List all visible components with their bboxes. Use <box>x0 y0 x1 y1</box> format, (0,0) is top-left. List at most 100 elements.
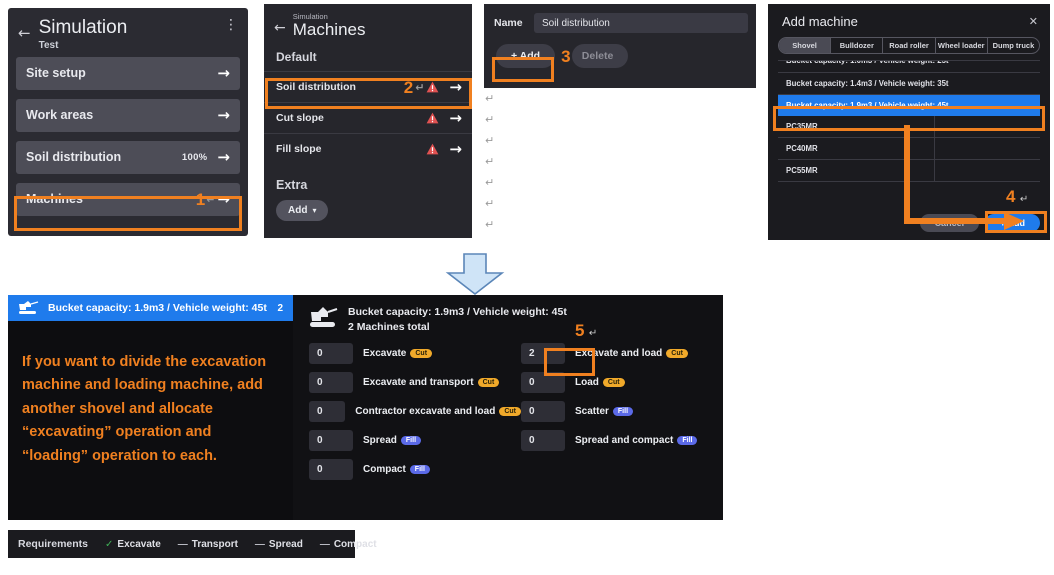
return-mark: ↵ <box>485 92 495 105</box>
operation-row: 0 Spread Fill 0 Spread and compact Fill <box>303 429 723 451</box>
requirement-label: Spread <box>268 538 303 550</box>
chevron-right-icon: → <box>217 189 230 208</box>
operation-spread[interactable]: 0 Spread Fill <box>309 429 521 451</box>
dialog-add-button[interactable]: + Add <box>985 214 1040 232</box>
machine-list-item[interactable]: PC40MR <box>778 138 1040 160</box>
sim-row-machines[interactable]: Machines 1 ↵ → <box>16 182 240 216</box>
machines-panel: ← Simulation Machines Default Soil distr… <box>264 4 472 238</box>
sim-row-percent: 100% <box>181 151 208 163</box>
sim-row-work-areas[interactable]: Work areas → <box>16 98 240 132</box>
sim-row-soil-distribution[interactable]: Soil distribution 100% → <box>16 140 240 174</box>
machine-list-item[interactable]: Bucket capacity: 1.4m3 / Vehicle weight:… <box>778 73 1040 95</box>
operation-value-input[interactable]: 0 <box>309 458 353 480</box>
callout-5: 5 <box>575 321 585 340</box>
operation-load[interactable]: 0 Load Cut <box>521 371 733 393</box>
machine-list-item[interactable]: PC55MR <box>778 160 1040 182</box>
dialog-footer: Cancel + Add <box>919 214 1040 232</box>
operation-label-text: Excavate and load <box>575 347 663 359</box>
chevron-right-icon: → <box>217 63 230 82</box>
operation-scatter[interactable]: 0 Scatter Fill <box>521 400 733 422</box>
machines-row-soil-distribution[interactable]: Soil distribution 2 ↵ → <box>264 71 472 102</box>
machine-list-item-label: PC35MR <box>778 116 935 137</box>
selected-machine-row[interactable]: Bucket capacity: 1.9m3 / Vehicle weight:… <box>8 295 293 321</box>
operation-compact[interactable]: 0 Compact Fill <box>309 458 521 480</box>
tab-shovel[interactable]: Shovel <box>779 38 832 53</box>
operation-excavate-and-transport[interactable]: 0 Excavate and transport Cut <box>309 371 521 393</box>
excavator-icon <box>310 307 338 327</box>
back-arrow-icon[interactable]: ← <box>18 24 31 42</box>
machine-list-item[interactable]: Bucket capacity: 1.0m3 / Vehicle weight:… <box>778 61 1040 73</box>
fill-badge: Fill <box>612 406 634 416</box>
cut-badge: Cut <box>477 377 500 387</box>
operation-value-input[interactable]: 0 <box>521 400 565 422</box>
operation-label: Spread and compact Fill <box>575 434 698 446</box>
warning-icon <box>426 81 439 93</box>
machine-list-column: Bucket capacity: 1.9m3 / Vehicle weight:… <box>8 295 293 520</box>
operation-value-input[interactable]: 0 <box>309 429 353 451</box>
requirement-excavate: ✓ Excavate <box>105 539 161 550</box>
close-icon[interactable]: ✕ <box>1029 15 1038 28</box>
requirement-transport: — Transport <box>178 539 238 550</box>
operation-row: 0 Contractor excavate and load Cut 0 Scat… <box>303 400 723 422</box>
operation-label-text: Excavate <box>363 347 407 359</box>
operation-label: Scatter Fill <box>575 405 634 417</box>
tab-bulldozer[interactable]: Bulldozer <box>831 38 884 53</box>
cancel-button[interactable]: Cancel <box>919 214 980 232</box>
check-icon: ✓ <box>105 538 114 550</box>
chevron-right-icon: → <box>217 105 230 124</box>
machine-list-item-label: Bucket capacity: 1.9m3 / Vehicle weight:… <box>786 101 949 110</box>
name-label: Name <box>494 17 523 29</box>
operation-value-input[interactable]: 0 <box>309 342 353 364</box>
operation-excavate[interactable]: 0 Excavate Cut <box>309 342 521 364</box>
name-panel: Name Soil distribution + Add 3 ↵ Delete … <box>484 4 756 231</box>
operation-label-text: Excavate and transport <box>363 376 474 388</box>
kebab-menu-icon[interactable]: ⋮ <box>224 18 238 32</box>
add-extra-button[interactable]: Add ▾ <box>276 200 329 222</box>
return-mark: ↵ <box>1019 194 1029 205</box>
operation-contractor-excavate-and-load[interactable]: 0 Contractor excavate and load Cut <box>309 400 521 422</box>
chevron-right-icon: → <box>449 77 462 96</box>
back-arrow-icon[interactable]: ← <box>274 20 286 36</box>
section-default-label: Default <box>276 50 317 65</box>
operation-value-input[interactable]: 0 <box>309 371 353 393</box>
name-input[interactable]: Soil distribution <box>534 13 748 33</box>
operation-value-input[interactable]: 0 <box>309 400 346 422</box>
dash-icon: — <box>319 538 330 550</box>
machines-row-cut-slope[interactable]: Cut slope → <box>264 102 472 133</box>
dash-icon: — <box>177 538 188 550</box>
operation-excavate-and-load[interactable]: 2 Excavate and load Cut <box>521 342 733 364</box>
fill-badge: Fill <box>400 435 422 445</box>
cut-badge: Cut <box>602 377 625 387</box>
selected-machine-label: Bucket capacity: 1.9m3 / Vehicle weight:… <box>48 302 267 314</box>
operation-label-text: Spread <box>363 434 397 446</box>
callout-4-group: 4 ↵ <box>1006 188 1028 207</box>
operation-label: Contractor excavate and load Cut <box>355 406 521 417</box>
fill-badge: Fill <box>677 435 698 445</box>
sim-row-label: Machines <box>26 192 83 207</box>
tab-road-roller[interactable]: Road roller <box>883 38 936 53</box>
operation-label-text: Scatter <box>575 405 609 417</box>
requirement-compact: — Compact <box>320 539 377 550</box>
operation-label-text: Contractor excavate and load <box>355 405 496 417</box>
requirement-label: Transport <box>191 538 238 550</box>
tab-dump-truck[interactable]: Dump truck <box>988 38 1039 53</box>
delete-label: Delete <box>581 50 614 62</box>
dialog-header: Add machine ✕ <box>768 4 1050 37</box>
machine-list-item-selected[interactable]: Bucket capacity: 1.9m3 / Vehicle weight:… <box>778 95 1040 116</box>
operation-value-input[interactable]: 0 <box>521 371 565 393</box>
operation-label: Spread Fill <box>363 434 422 446</box>
operation-value-input[interactable]: 2 <box>521 342 565 364</box>
tab-wheel-loader[interactable]: Wheel loader <box>936 38 988 53</box>
machines-row-fill-slope[interactable]: Fill slope → <box>264 133 472 164</box>
delete-button[interactable]: Delete <box>571 44 629 68</box>
section-extra-label: Extra <box>276 178 308 193</box>
return-mark: ↵ <box>485 218 495 231</box>
machine-detail-panel: Bucket capacity: 1.9m3 / Vehicle weight:… <box>8 295 723 520</box>
cut-badge: Cut <box>410 348 433 358</box>
sim-row-site-setup[interactable]: Site setup → <box>16 56 240 90</box>
operation-spread-and-compact[interactable]: 0 Spread and compact Fill <box>521 429 733 451</box>
operation-label-text: Spread and compact <box>575 434 674 446</box>
machine-list-item[interactable]: PC35MR <box>778 116 1040 138</box>
operation-value-input[interactable]: 0 <box>521 429 565 451</box>
add-button[interactable]: + Add <box>496 44 556 68</box>
